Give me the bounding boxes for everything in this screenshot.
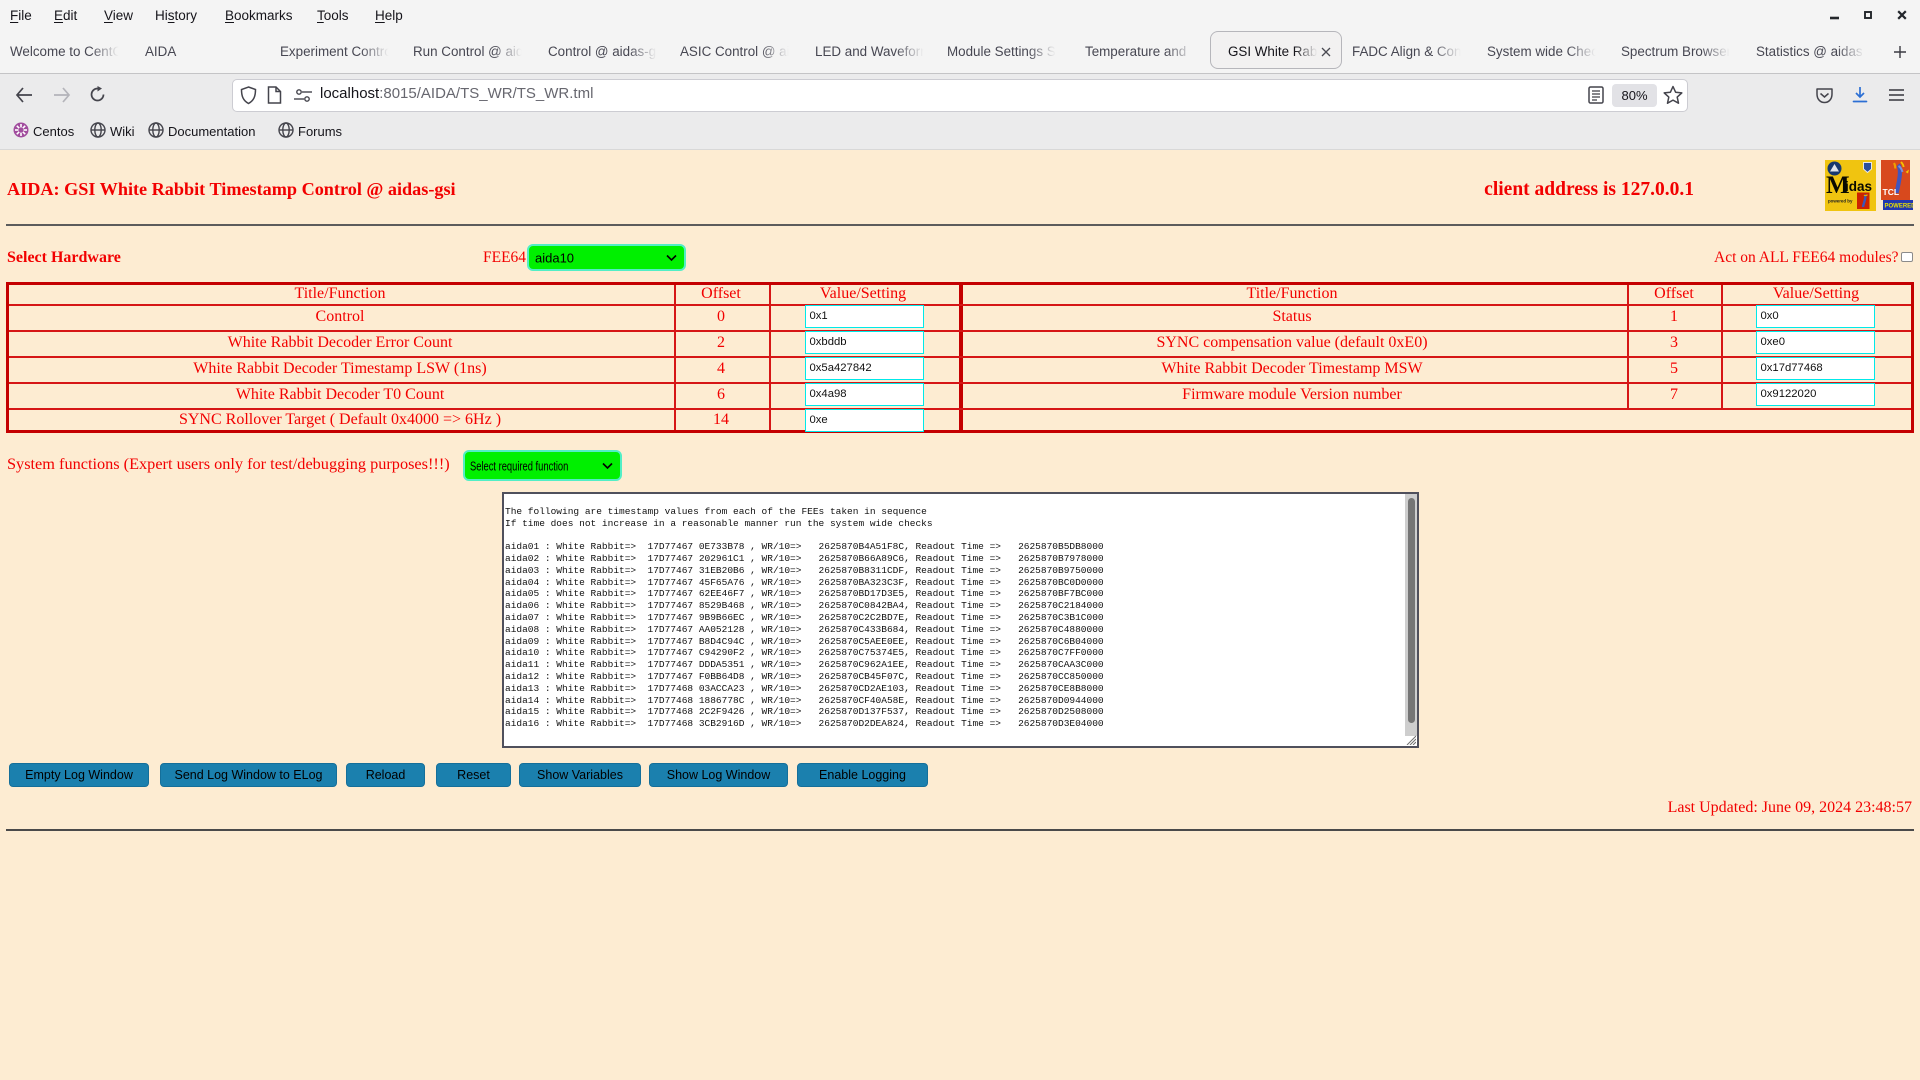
svg-text:TCL: TCL	[1883, 187, 1900, 197]
svg-text:POWERED: POWERED	[1885, 204, 1914, 210]
svg-text:powered by: powered by	[1828, 199, 1853, 204]
svg-text:idas: idas	[1845, 179, 1872, 194]
